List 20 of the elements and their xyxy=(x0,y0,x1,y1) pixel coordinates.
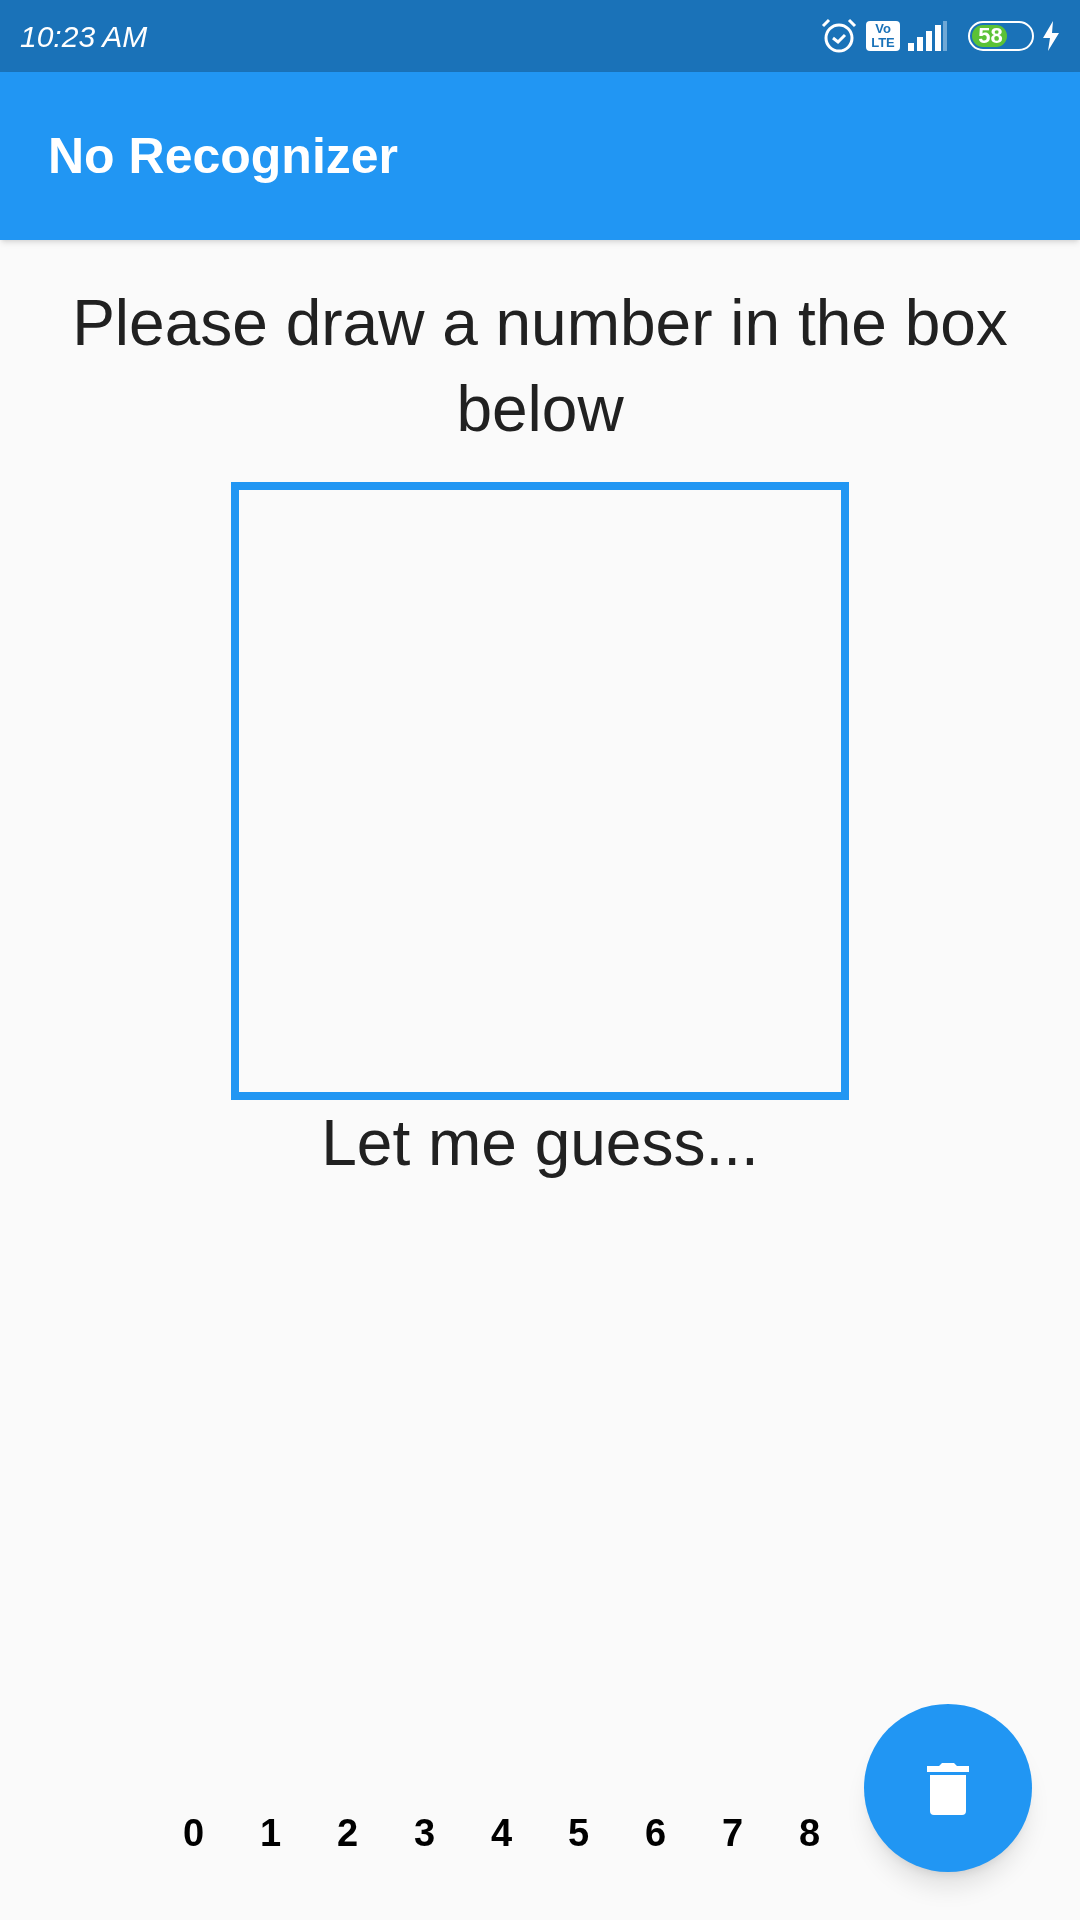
prompt-text: Please draw a number in the box below xyxy=(71,286,1009,447)
app-title: No Recognizer xyxy=(48,126,399,186)
digit-label: 2 xyxy=(335,1811,360,1856)
guess-text: Let me guess... xyxy=(320,1106,760,1181)
alarm-icon xyxy=(820,17,858,55)
trash-icon xyxy=(927,1761,969,1815)
digit-label: 4 xyxy=(489,1811,514,1856)
digit-label: 0 xyxy=(181,1811,206,1856)
digit-label: 5 xyxy=(566,1811,591,1856)
digit-label: 6 xyxy=(643,1811,668,1856)
digit-label: 8 xyxy=(797,1811,822,1856)
signal-icon xyxy=(908,21,948,51)
volte-icon: Vo LTE xyxy=(866,21,900,51)
digit-label: 1 xyxy=(258,1811,283,1856)
digit-label: 3 xyxy=(412,1811,437,1856)
battery-level: 58 xyxy=(978,25,1003,47)
digit-label: 7 xyxy=(720,1811,745,1856)
drawing-canvas[interactable] xyxy=(231,482,849,1100)
status-time: 10:23 AM xyxy=(20,18,148,55)
charging-icon xyxy=(1042,21,1060,51)
